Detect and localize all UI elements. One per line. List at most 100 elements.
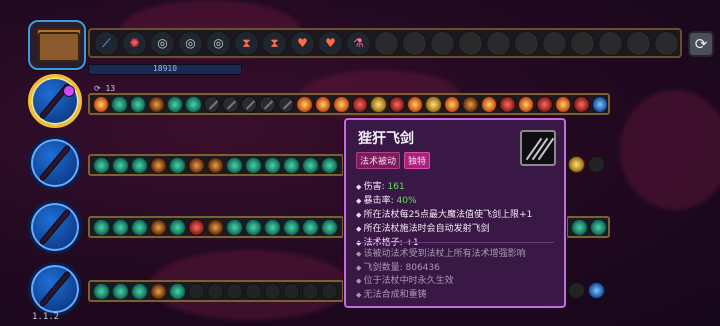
spell-orb-icon[interactable] xyxy=(169,282,186,300)
spell-locked-icon[interactable] xyxy=(222,95,239,113)
spell-heart-icon[interactable] xyxy=(536,95,553,113)
inventory-slot-empty[interactable] xyxy=(430,30,455,56)
wand-slot-3[interactable] xyxy=(28,200,82,254)
spell-potion-icon[interactable] xyxy=(588,282,605,299)
inventory-slot-empty[interactable] xyxy=(458,30,483,56)
spell-orb-icon[interactable] xyxy=(93,218,110,236)
spell-bomb-icon[interactable] xyxy=(148,95,165,113)
spell-wave-icon[interactable] xyxy=(207,156,224,174)
spell-orb-icon[interactable] xyxy=(283,218,300,236)
inventory-slot-empty[interactable] xyxy=(514,30,539,56)
spell-fire-icon[interactable] xyxy=(406,95,424,113)
spell-slot-empty[interactable] xyxy=(321,282,338,300)
sort-inventory-button[interactable]: ⟳ xyxy=(688,31,714,57)
inventory-slot-empty[interactable] xyxy=(654,30,679,56)
spell-bomb-icon[interactable] xyxy=(150,156,167,174)
wand-slot-2[interactable] xyxy=(28,136,82,190)
spell-orb-icon[interactable] xyxy=(283,156,300,174)
spell-orb-icon[interactable] xyxy=(185,95,202,113)
spell-orb-icon[interactable] xyxy=(93,156,110,174)
inventory-slot-hourglass-icon[interactable]: ⧗ xyxy=(262,30,287,56)
spell-locked-icon[interactable] xyxy=(240,95,258,113)
spell-wave-icon[interactable] xyxy=(207,218,224,236)
spell-orb-icon[interactable] xyxy=(245,156,262,174)
inventory-slot-empty[interactable] xyxy=(598,30,623,56)
spell-fire-icon[interactable] xyxy=(480,95,498,113)
spell-orb-icon[interactable] xyxy=(226,218,243,236)
spell-fire-icon[interactable] xyxy=(517,95,535,113)
spell-slot-empty[interactable] xyxy=(302,282,319,300)
inventory-slot-ring-icon[interactable]: ◎ xyxy=(178,30,203,56)
inventory-slot-heart-icon[interactable]: ♥ xyxy=(318,30,343,56)
spell-orb-icon[interactable] xyxy=(264,156,281,174)
inventory-slot-potion-icon[interactable]: ⚗ xyxy=(346,30,371,56)
inventory-slot-ring-icon[interactable]: ◎ xyxy=(150,30,175,56)
spell-urn-icon[interactable] xyxy=(568,282,585,299)
inventory-chest-button[interactable] xyxy=(28,20,86,70)
spell-hourglass-icon[interactable] xyxy=(388,95,405,113)
spell-slot-empty[interactable] xyxy=(226,282,243,300)
spell-fire-icon[interactable] xyxy=(314,95,332,113)
inventory-slot-empty[interactable] xyxy=(626,30,651,56)
spell-locked-icon[interactable] xyxy=(259,95,276,113)
spell-slot-empty[interactable] xyxy=(188,282,205,300)
spell-orb-icon[interactable] xyxy=(264,218,281,236)
spell-orb-icon[interactable] xyxy=(131,156,148,174)
spell-target-icon[interactable] xyxy=(188,218,205,236)
inventory-slot-wand-icon[interactable]: ⟋ xyxy=(94,30,119,56)
spell-orb-icon[interactable] xyxy=(321,156,338,174)
spell-orb-icon[interactable] xyxy=(129,95,147,113)
spell-crystal-icon[interactable] xyxy=(591,95,609,113)
spell-orb-icon[interactable] xyxy=(131,218,148,236)
spell-orb-icon[interactable] xyxy=(226,156,243,174)
spell-heart-icon[interactable] xyxy=(499,95,516,113)
spell-slot-empty[interactable] xyxy=(245,282,262,300)
spell-star-icon[interactable] xyxy=(370,95,387,113)
inventory-slot-ring-icon[interactable]: ◎ xyxy=(206,30,231,56)
spell-orb-icon[interactable] xyxy=(590,218,607,236)
spell-slot-empty[interactable] xyxy=(283,282,300,300)
spell-bomb-icon[interactable] xyxy=(150,218,167,236)
spell-fire-icon[interactable] xyxy=(554,95,572,113)
spell-rune-icon[interactable] xyxy=(568,156,585,173)
inventory-slot-empty[interactable] xyxy=(542,30,567,56)
inventory-slot-heart-icon[interactable]: ♥ xyxy=(290,30,315,56)
spell-orb-icon[interactable] xyxy=(302,156,319,174)
spell-chain-icon[interactable] xyxy=(351,95,369,113)
spell-orb-icon[interactable] xyxy=(302,218,319,236)
spell-locked-icon[interactable] xyxy=(203,95,221,113)
spell-fire-icon[interactable] xyxy=(93,95,110,113)
spell-orb-icon[interactable] xyxy=(131,282,148,300)
inventory-slot-chain-icon[interactable]: ✺ xyxy=(122,30,147,56)
spell-bomb-icon[interactable] xyxy=(462,95,479,113)
inventory-slot-empty[interactable] xyxy=(402,30,427,56)
spell-star-icon[interactable] xyxy=(425,95,442,113)
spell-orb-icon[interactable] xyxy=(321,218,338,236)
spell-heart-icon[interactable] xyxy=(573,95,590,113)
spell-slot-empty[interactable] xyxy=(207,282,224,300)
spell-fire-icon[interactable] xyxy=(296,95,313,113)
wand-slot-4[interactable] xyxy=(28,262,82,316)
inventory-slot-empty[interactable] xyxy=(570,30,595,56)
spell-bomb-icon[interactable] xyxy=(150,282,167,300)
spell-orb-icon[interactable] xyxy=(93,282,110,300)
inventory-slot-empty[interactable] xyxy=(374,30,399,56)
inventory-slot-empty[interactable] xyxy=(486,30,511,56)
spell-bug-icon[interactable] xyxy=(588,156,605,173)
spell-orb-icon[interactable] xyxy=(112,156,129,174)
spell-orb-icon[interactable] xyxy=(111,95,128,113)
spell-orb-icon[interactable] xyxy=(112,218,129,236)
spell-fire-icon[interactable] xyxy=(443,95,461,113)
spell-orb-icon[interactable] xyxy=(112,282,129,300)
spell-fire-icon[interactable] xyxy=(333,95,350,113)
spell-locked-icon[interactable] xyxy=(277,95,295,113)
spell-orb-icon[interactable] xyxy=(169,218,186,236)
spell-slot-empty[interactable] xyxy=(264,282,281,300)
spell-orb-icon[interactable] xyxy=(571,218,588,236)
spell-orb-icon[interactable] xyxy=(166,95,184,113)
spell-orb-icon[interactable] xyxy=(245,218,262,236)
spell-orb-icon[interactable] xyxy=(169,156,186,174)
spell-wave-icon[interactable] xyxy=(188,156,205,174)
wand-slot-1[interactable] xyxy=(28,74,82,128)
inventory-slot-hourglass-icon[interactable]: ⧗ xyxy=(234,30,259,56)
